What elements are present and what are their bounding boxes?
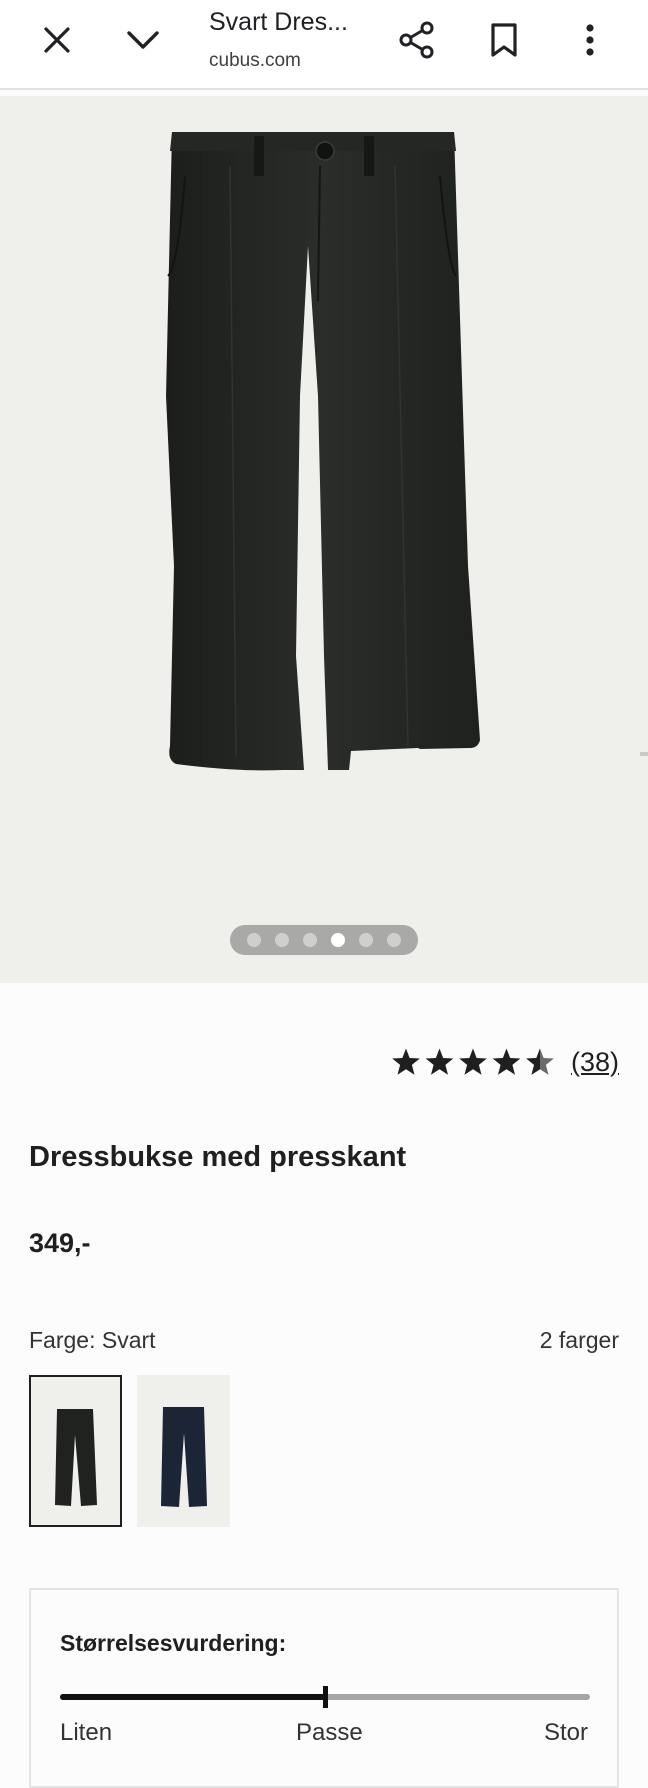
gallery-dot-2[interactable] (275, 933, 289, 947)
size-label-small: Liten (60, 1719, 113, 1746)
swatch-image-marine (161, 1407, 207, 1507)
gallery-next-peek (640, 752, 648, 756)
rating-star-3 (459, 1048, 487, 1075)
color-swatch-svart[interactable] (29, 1375, 122, 1527)
size-label-large: Stor (543, 1719, 588, 1746)
close-icon[interactable] (33, 16, 81, 64)
review-count-link[interactable]: (38) (571, 1047, 619, 1078)
gallery-dot-5[interactable] (359, 933, 373, 947)
rating-star-4 (492, 1048, 521, 1075)
product-price: 349,- (29, 1228, 91, 1258)
page-url: cubus.com (209, 50, 301, 71)
product-image (166, 132, 480, 771)
gallery-pagination (230, 925, 418, 955)
color-count: 2 farger (539, 1327, 619, 1353)
color-swatch-marine[interactable] (137, 1375, 230, 1527)
size-rating-marker (323, 1686, 328, 1708)
size-rating-track (60, 1686, 590, 1708)
swatch-image-svart (55, 1409, 97, 1506)
product-title: Dressbukse med presskant (29, 1141, 407, 1173)
page-title: Svart Dres... (209, 8, 348, 36)
gallery-dot-1[interactable] (247, 933, 261, 947)
more-vert-icon[interactable] (566, 16, 614, 64)
bookmark-icon[interactable] (480, 16, 528, 64)
product-image-gallery[interactable] (0, 96, 648, 983)
gallery-dot-4[interactable] (331, 933, 345, 947)
browser-top-bar: Svart Dres... cubus.com (0, 0, 648, 90)
rating-star-2 (425, 1048, 454, 1075)
product-rating[interactable]: (38) (391, 1044, 619, 1080)
size-label-fit: Passe (296, 1719, 363, 1746)
gallery-dot-6[interactable] (387, 933, 401, 947)
gallery-dot-3[interactable] (303, 933, 317, 947)
size-rating-title: Størrelsesvurdering: (60, 1630, 287, 1656)
rating-star-1 (392, 1048, 420, 1075)
size-rating-fill (60, 1694, 325, 1700)
color-label: Farge: Svart (29, 1327, 156, 1353)
chevron-down-icon[interactable] (119, 16, 167, 64)
rating-stars-icon (392, 1048, 554, 1075)
share-icon[interactable] (393, 16, 441, 64)
size-rating-card: Størrelsesvurdering: Liten Passe Stor (29, 1588, 619, 1788)
